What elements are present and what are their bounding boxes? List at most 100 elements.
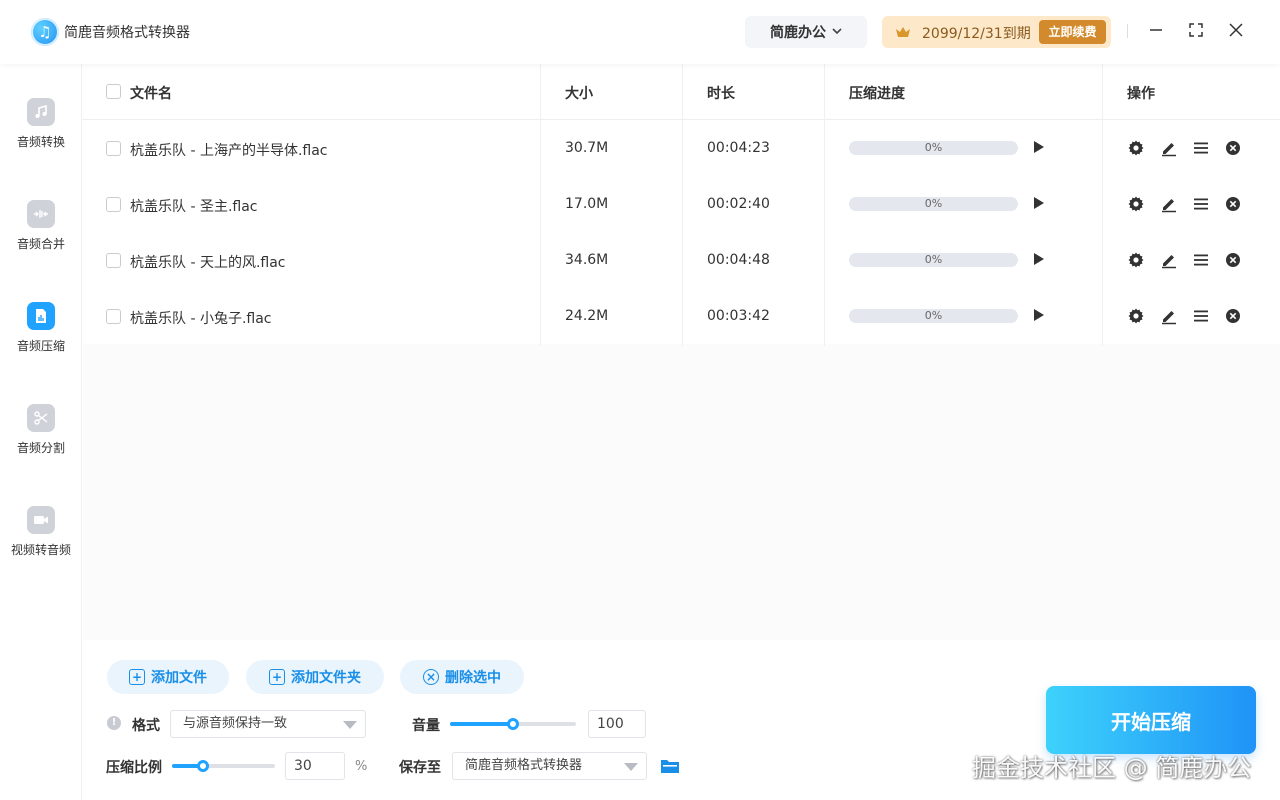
volume-input[interactable]: 100 (588, 710, 646, 738)
compress-icon (27, 302, 55, 330)
menu-list-icon[interactable] (1192, 307, 1210, 325)
format-select-value: 与源音频保持一致 (183, 716, 288, 731)
edit-pen-icon[interactable] (1160, 139, 1178, 157)
column-divider (682, 64, 683, 346)
header-actions: 操作 (1127, 86, 1155, 102)
row-filename: 杭盖乐队 - 天上的风.flac (130, 255, 286, 271)
row-filename: 杭盖乐队 - 小兔子.flac (130, 311, 272, 327)
sidebar-item-audio-merge[interactable]: 音频合并 (0, 200, 82, 280)
app-logo-icon: ♫ (31, 18, 59, 46)
header-filename: 文件名 (130, 86, 172, 102)
progress-bar: 0% (849, 197, 1018, 211)
chevron-down-icon (832, 27, 842, 38)
add-folder-button[interactable]: + 添加文件夹 (246, 660, 384, 694)
column-divider (824, 64, 825, 346)
row-filename: 杭盖乐队 - 上海产的半导体.flac (130, 143, 328, 159)
sidebar-item-audio-compress[interactable]: 音频压缩 (0, 302, 82, 382)
ratio-slider[interactable] (172, 760, 275, 772)
workspace-dropdown[interactable]: 简鹿办公 (745, 16, 867, 48)
header-progress: 压缩进度 (849, 86, 905, 102)
dropdown-triangle-icon (343, 721, 357, 729)
row-checkbox[interactable] (106, 253, 121, 268)
volume-slider-knob[interactable] (507, 718, 519, 730)
menu-list-icon[interactable] (1192, 251, 1210, 269)
volume-slider[interactable] (450, 718, 576, 730)
ratio-unit: % (355, 759, 368, 774)
column-divider (540, 64, 541, 346)
title-divider (1127, 24, 1128, 38)
add-folder-label: 添加文件夹 (291, 670, 361, 686)
menu-list-icon[interactable] (1192, 195, 1210, 213)
title-bar: ♫ 简鹿音频格式转换器 简鹿办公 2099/12/31到期 立即续费 (0, 0, 1280, 64)
remove-circle-icon[interactable] (1224, 195, 1242, 213)
delete-selected-button[interactable]: × 删除选中 (400, 660, 524, 694)
renew-button[interactable]: 立即续费 (1039, 20, 1106, 44)
delete-circle-icon: × (423, 669, 439, 685)
sidebar-item-label: 音频分割 (16, 441, 65, 455)
edit-pen-icon[interactable] (1160, 251, 1178, 269)
scissors-icon (27, 404, 55, 432)
volume-label: 音量 (412, 718, 440, 734)
header-duration: 时长 (707, 86, 735, 102)
progress-text: 0% (924, 309, 943, 322)
ratio-label: 压缩比例 (106, 760, 162, 776)
save-location-select[interactable]: 简鹿音频格式转换器 (452, 752, 647, 780)
settings-gear-icon[interactable] (1127, 139, 1145, 157)
dropdown-triangle-icon (624, 763, 638, 771)
row-size: 17.0M (565, 196, 609, 212)
vip-expiry-text: 2099/12/31到期 (922, 26, 1031, 42)
row-size: 30.7M (565, 140, 609, 156)
minimize-icon[interactable] (1144, 18, 1168, 42)
settings-gear-icon[interactable] (1127, 307, 1145, 325)
vip-crown-icon (894, 23, 912, 41)
row-filename: 杭盖乐队 - 圣主.flac (130, 199, 258, 215)
save-location-value: 简鹿音频格式转换器 (465, 758, 583, 773)
add-file-button[interactable]: + 添加文件 (107, 660, 229, 694)
ratio-slider-knob[interactable] (196, 760, 209, 772)
play-icon[interactable] (1033, 308, 1045, 322)
play-icon[interactable] (1033, 252, 1045, 266)
info-icon[interactable]: ! (107, 716, 121, 730)
edit-pen-icon[interactable] (1160, 307, 1178, 325)
save-to-label: 保存至 (399, 760, 441, 776)
format-select[interactable]: 与源音频保持一致 (170, 710, 366, 738)
sidebar-item-audio-convert[interactable]: 音频转换 (0, 98, 82, 178)
row-checkbox[interactable] (106, 141, 121, 156)
ratio-input[interactable]: 30 (285, 752, 345, 780)
close-icon[interactable] (1224, 18, 1248, 42)
progress-text: 0% (924, 253, 943, 266)
sidebar-item-audio-split[interactable]: 音频分割 (0, 404, 82, 484)
progress-bar: 0% (849, 141, 1018, 155)
sidebar: 音频转换 音频合并 音频压缩 音频分割 视频转音频 (0, 64, 82, 800)
progress-text: 0% (924, 141, 943, 154)
sidebar-item-video-to-audio[interactable]: 视频转音频 (0, 506, 82, 586)
row-checkbox[interactable] (106, 197, 121, 212)
header-size: 大小 (565, 86, 593, 102)
play-icon[interactable] (1033, 140, 1045, 154)
volume-slider-fill (450, 722, 513, 726)
workspace-label: 简鹿办公 (770, 25, 826, 41)
vip-status-box: 2099/12/31到期 立即续费 (882, 16, 1111, 48)
play-icon[interactable] (1033, 196, 1045, 210)
sidebar-item-label: 音频转换 (16, 135, 65, 149)
maximize-icon[interactable] (1184, 18, 1208, 42)
video-camera-icon (27, 506, 55, 534)
remove-circle-icon[interactable] (1224, 251, 1242, 269)
edit-pen-icon[interactable] (1160, 195, 1178, 213)
sidebar-item-label: 音频合并 (16, 237, 65, 251)
merge-icon (27, 200, 55, 228)
row-size: 24.2M (565, 308, 609, 324)
settings-gear-icon[interactable] (1127, 195, 1145, 213)
settings-gear-icon[interactable] (1127, 251, 1145, 269)
remove-circle-icon[interactable] (1224, 307, 1242, 325)
add-file-icon: + (129, 669, 145, 685)
row-duration: 00:02:40 (707, 196, 770, 212)
folder-icon[interactable] (660, 758, 680, 774)
menu-list-icon[interactable] (1192, 139, 1210, 157)
remove-circle-icon[interactable] (1224, 139, 1242, 157)
row-duration: 00:04:48 (707, 252, 770, 268)
row-checkbox[interactable] (106, 309, 121, 324)
progress-bar: 0% (849, 253, 1018, 267)
select-all-checkbox[interactable] (106, 84, 121, 99)
start-compress-button[interactable]: 开始压缩 (1046, 686, 1256, 754)
